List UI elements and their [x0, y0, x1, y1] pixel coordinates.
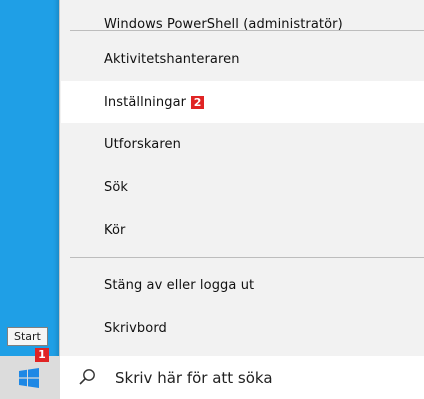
taskbar: Skriv här för att söka — [0, 356, 424, 399]
menu-separator — [70, 30, 424, 31]
menu-item-task-manager[interactable]: Aktivitetshanteraren — [61, 38, 424, 80]
search-placeholder: Skriv här för att söka — [115, 368, 273, 387]
search-icon — [79, 369, 95, 385]
start-tooltip: Start — [7, 327, 48, 346]
menu-item-label: Inställningar — [104, 94, 187, 110]
menu-separator — [70, 257, 424, 258]
step-badge-2: 2 — [191, 95, 205, 109]
menu-item-run[interactable]: Kör — [61, 209, 424, 251]
menu-item-label: Sök — [104, 179, 129, 195]
start-context-menu: Windows PowerShell (administratör) Aktiv… — [59, 0, 424, 357]
menu-item-label: Aktivitetshanteraren — [104, 51, 240, 67]
windows-logo-icon — [19, 368, 39, 388]
menu-item-desktop[interactable]: Skrivbord — [61, 307, 424, 349]
menu-item-settings[interactable]: Inställningar 2 — [61, 81, 424, 123]
menu-item-shutdown-signout[interactable]: Stäng av eller logga ut — [61, 264, 424, 306]
step-badge-1: 1 — [35, 348, 49, 362]
menu-item-label: Stäng av eller logga ut — [104, 277, 255, 293]
menu-item-label: Utforskaren — [104, 136, 181, 152]
menu-item-explorer[interactable]: Utforskaren — [61, 123, 424, 165]
start-button[interactable] — [0, 356, 60, 399]
menu-item-label: Skrivbord — [104, 320, 167, 336]
menu-item-label: Kör — [104, 222, 126, 238]
taskbar-search-box[interactable]: Skriv här för att söka — [60, 356, 424, 399]
menu-item-search[interactable]: Sök — [61, 166, 424, 208]
